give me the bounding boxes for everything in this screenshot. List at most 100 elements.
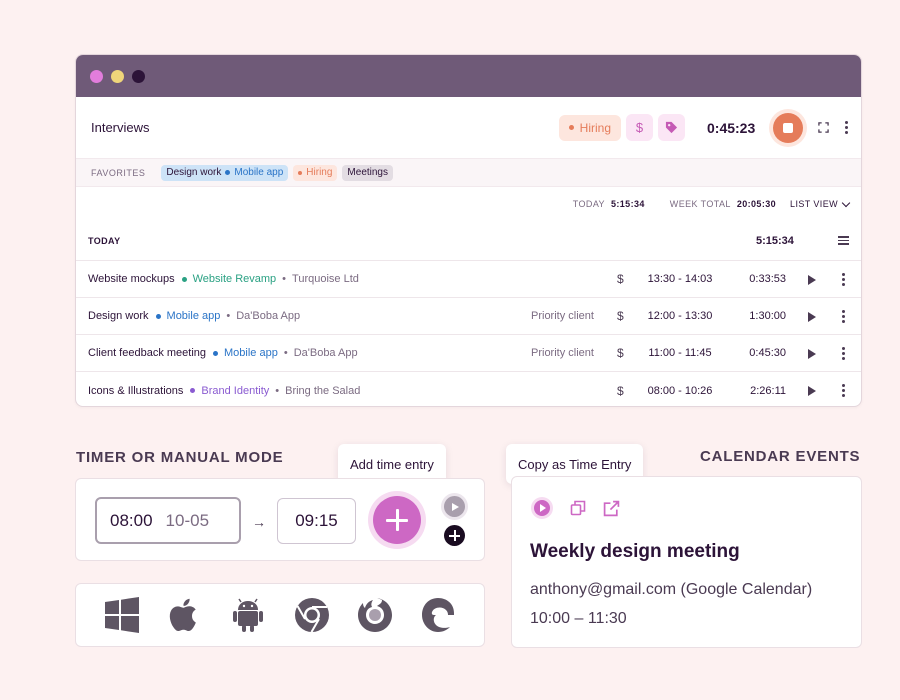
separator: • (283, 347, 288, 359)
calendar-events-heading: CALENDAR EVENTS (700, 448, 861, 465)
window-titlebar (76, 55, 861, 97)
play-icon[interactable] (808, 312, 816, 322)
favorites-bar: FAVORITES Design work Mobile app Hiring … (76, 158, 861, 187)
more-icon[interactable] (840, 273, 846, 286)
timer-tag-chip[interactable]: Hiring (558, 114, 621, 141)
entry-client: Da'Boba App (236, 310, 301, 322)
copy-icon[interactable] (570, 500, 586, 516)
window-maximize-dot[interactable] (132, 69, 145, 83)
add-time-entry-button[interactable] (373, 496, 421, 544)
start-time-input[interactable]: 08:00 10-05 (95, 497, 241, 544)
dollar-icon[interactable]: $ (617, 272, 624, 286)
separator: • (275, 384, 280, 397)
timer-mode-button[interactable] (444, 496, 465, 517)
table-row[interactable]: Client feedback meeting Mobile app • Da'… (76, 335, 861, 372)
stop-timer-button[interactable] (773, 112, 803, 143)
today-total-value: 5:15:34 (610, 199, 645, 209)
more-icon[interactable] (840, 384, 846, 397)
entry-client: Da'Boba App (293, 347, 358, 359)
manual-mode-button[interactable] (444, 525, 465, 546)
day-total: 5:15:34 (756, 234, 794, 247)
start-from-event-button[interactable] (531, 497, 553, 519)
entry-tag[interactable]: Priority client (531, 347, 594, 359)
week-total-value: 20:05:30 (736, 199, 777, 209)
event-title: Weekly design meeting (530, 541, 740, 562)
dollar-icon: $ (635, 120, 644, 135)
start-time-value: 08:00 (110, 510, 153, 530)
dollar-icon[interactable]: $ (617, 346, 624, 360)
android-icon[interactable] (228, 595, 268, 635)
firefox-icon[interactable] (355, 595, 395, 635)
entry-description[interactable]: Website mockups (88, 273, 175, 285)
dollar-icon[interactable]: $ (617, 309, 624, 323)
entry-time-range[interactable]: 13:30 - 14:03 (644, 273, 716, 285)
windows-icon[interactable] (102, 595, 142, 635)
entry-duration[interactable]: 1:30:00 (736, 310, 786, 322)
manual-mode-heading: TIMER OR MANUAL MODE (76, 449, 284, 466)
entry-time-range[interactable]: 12:00 - 13:30 (644, 310, 716, 322)
favorite-project: Mobile app (234, 167, 284, 178)
external-link-icon[interactable] (603, 500, 620, 517)
list-view-label: LIST VIEW (790, 199, 838, 209)
chrome-icon[interactable] (292, 595, 332, 635)
end-time-input[interactable]: 09:15 (277, 498, 356, 544)
play-icon (452, 502, 459, 511)
timer-more-icon[interactable] (843, 121, 849, 134)
event-time: 10:00 – 11:30 (530, 610, 627, 627)
entry-time-range[interactable]: 11:00 - 11:45 (644, 347, 716, 359)
favorite-chip-hiring[interactable]: Hiring (293, 164, 338, 181)
group-entries-icon[interactable] (838, 236, 849, 245)
platforms-panel (75, 583, 485, 647)
entry-time-range[interactable]: 08:00 - 10:26 (644, 385, 716, 397)
entry-tag[interactable]: Priority client (531, 310, 594, 322)
entry-description[interactable]: Client feedback meeting (88, 347, 206, 359)
end-time-value: 09:15 (295, 511, 338, 530)
entry-duration[interactable]: 0:45:30 (736, 347, 786, 359)
more-icon[interactable] (840, 310, 846, 323)
favorites-label: FAVORITES (91, 167, 146, 178)
project-bullet (181, 276, 187, 282)
expand-icon[interactable] (818, 122, 829, 133)
chevron-down-icon (841, 198, 851, 207)
tooltip-text: Copy as Time Entry (518, 456, 632, 472)
start-date-value: 10-05 (165, 510, 210, 530)
favorite-chip-meetings[interactable]: Meetings (342, 164, 393, 181)
billable-button[interactable]: $ (626, 114, 653, 141)
entry-project[interactable]: Mobile app (167, 310, 221, 322)
project-bullet (225, 170, 231, 175)
today-total-label: TODAY (572, 199, 605, 209)
tooltip-text: Add time entry (350, 456, 434, 472)
play-icon[interactable] (808, 275, 816, 285)
entry-project[interactable]: Mobile app (224, 347, 278, 359)
play-icon[interactable] (808, 386, 816, 396)
timer-elapsed: 0:45:23 (707, 119, 756, 136)
apple-icon[interactable] (165, 595, 205, 635)
entry-description[interactable]: Design work (88, 310, 149, 322)
entry-duration[interactable]: 2:26:11 (736, 385, 786, 397)
entry-project[interactable]: Brand Identity (201, 385, 269, 397)
stop-icon (783, 122, 793, 133)
more-icon[interactable] (840, 347, 846, 360)
entry-duration[interactable]: 0:33:53 (736, 273, 786, 285)
table-row[interactable]: Design work Mobile app • Da'Boba App Pri… (76, 298, 861, 335)
timer-description[interactable]: Interviews (91, 120, 559, 135)
favorite-chip-design-work[interactable]: Design work Mobile app (161, 164, 289, 181)
tag-button[interactable] (658, 114, 685, 141)
table-row[interactable]: Website mockups Website Revamp • Turquoi… (76, 261, 861, 298)
entry-project[interactable]: Website Revamp (193, 273, 277, 285)
play-icon (540, 504, 546, 512)
table-row[interactable]: Icons & Illustrations Brand Identity • B… (76, 372, 861, 406)
list-view-dropdown[interactable]: LIST VIEW (790, 198, 851, 209)
window-close-dot[interactable] (90, 69, 103, 83)
edge-icon[interactable] (418, 595, 458, 635)
favorite-label: Meetings (347, 167, 388, 178)
event-source: anthony@gmail.com (Google Calendar) (530, 581, 813, 598)
arrow-right-icon: → (252, 514, 266, 530)
day-header: TODAY 5:15:34 (76, 221, 861, 261)
play-icon[interactable] (808, 349, 816, 359)
dollar-icon[interactable]: $ (617, 384, 624, 398)
entry-description[interactable]: Icons & Illustrations (88, 385, 183, 397)
day-label: TODAY (88, 235, 121, 246)
entry-client: Turquoise Ltd (292, 273, 359, 285)
window-minimize-dot[interactable] (111, 69, 124, 83)
